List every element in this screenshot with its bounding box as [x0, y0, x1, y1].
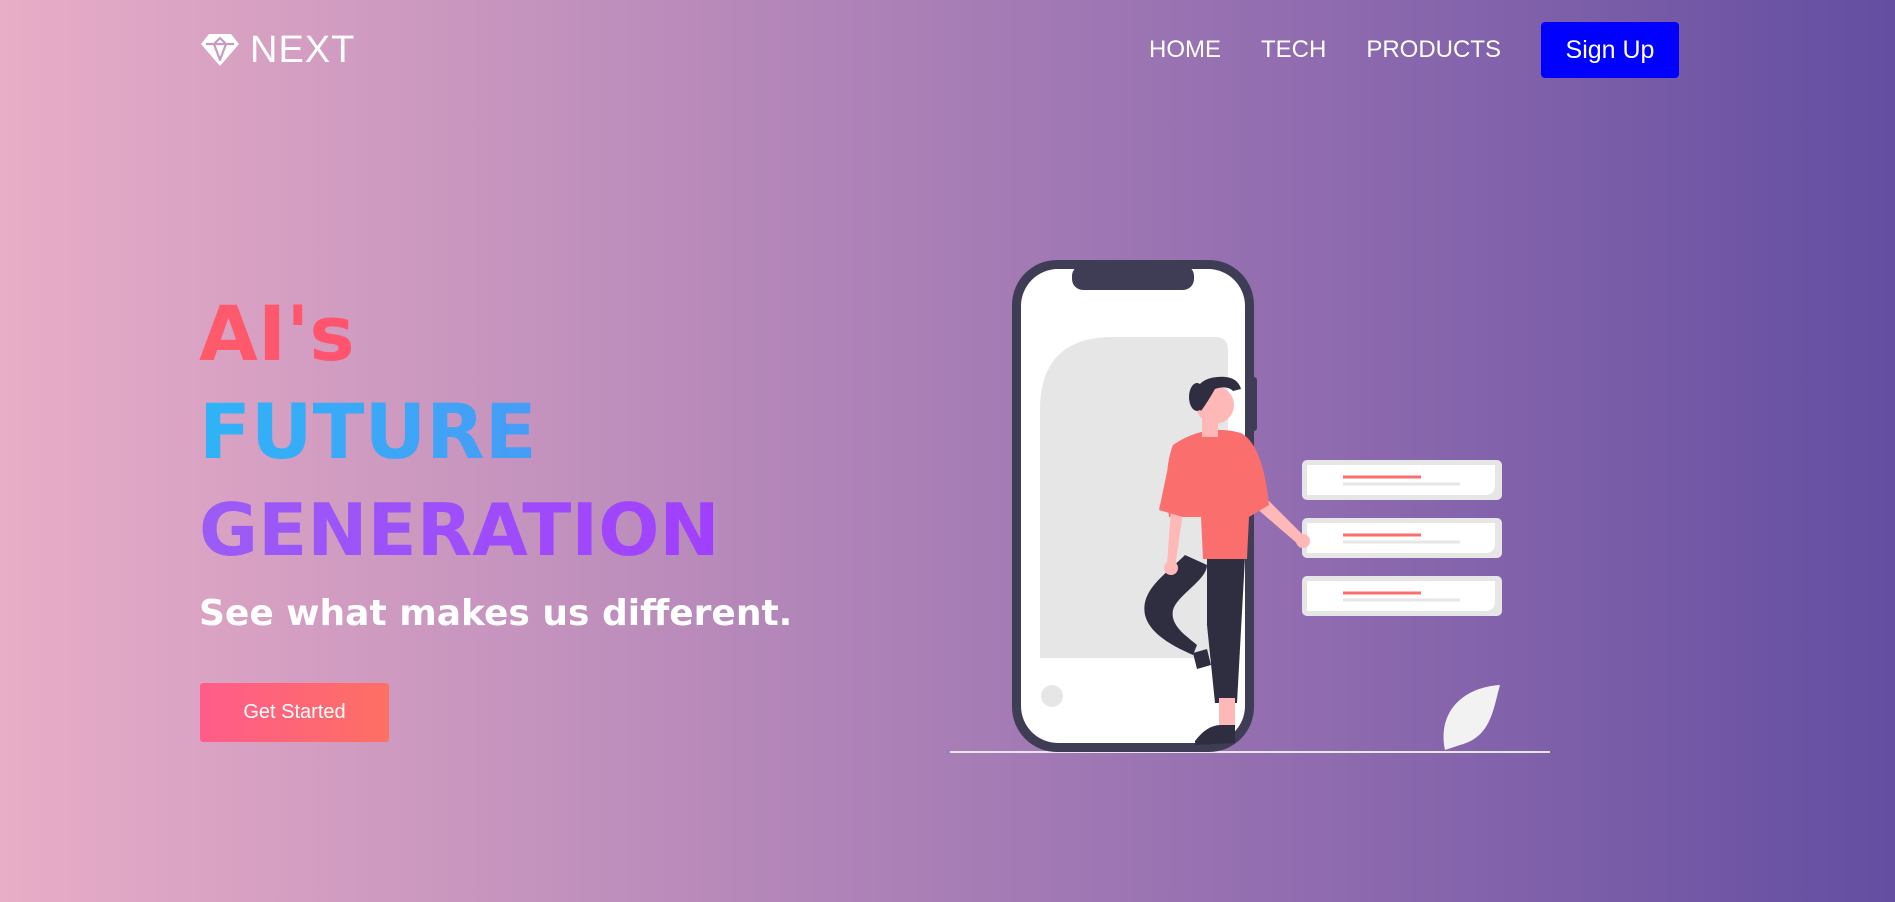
main-nav: HOME TECH PRODUCTS Sign Up — [1149, 22, 1679, 78]
nav-home-link[interactable]: HOME — [1149, 36, 1221, 64]
nav-tech-link[interactable]: TECH — [1261, 36, 1326, 64]
navbar: NEXT HOME TECH PRODUCTS Sign Up — [0, 0, 1895, 100]
sign-up-button[interactable]: Sign Up — [1541, 22, 1679, 78]
nav-products-link[interactable]: PRODUCTS — [1366, 36, 1501, 64]
leaf-icon — [1443, 685, 1500, 750]
get-started-button[interactable]: Get Started — [200, 683, 389, 742]
info-cards — [1302, 460, 1502, 616]
hero-tagline: See what makes us different. — [199, 593, 793, 634]
headline-line-3: GENERATION — [199, 481, 792, 579]
logo[interactable]: NEXT — [200, 28, 355, 72]
person-with-phone-illustration — [945, 255, 1555, 760]
headline-line-2: FUTURE — [199, 383, 792, 481]
diamond-icon — [200, 32, 240, 68]
logo-text: NEXT — [250, 28, 356, 71]
headline-line-1: AI's — [199, 285, 792, 383]
hero-text: AI's FUTURE GENERATION See what makes us… — [199, 285, 792, 634]
